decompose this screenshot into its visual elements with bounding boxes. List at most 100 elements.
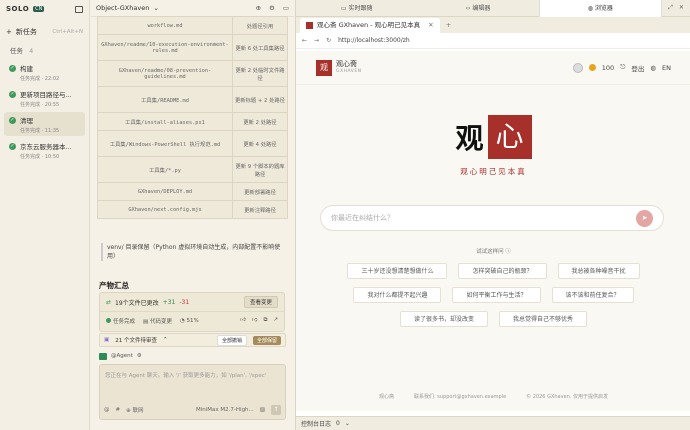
task-item-jd-cloud[interactable]: ✓ 京东云服务器本... 任务完成 · 10:50 [4, 138, 85, 162]
settings-icon[interactable]: ⚙ [137, 353, 142, 359]
file-change-desc: 处题径引用 [232, 16, 288, 35]
close-tab-icon[interactable]: ✕ [428, 18, 433, 33]
task-title: 清理 [20, 117, 33, 125]
status-dot [106, 317, 111, 323]
copy-icon[interactable]: ⧉ [263, 317, 267, 324]
url-field[interactable]: http://localhost:3000/zh [338, 37, 410, 44]
file-change-desc: 更新 2 处临时文件路径 [232, 60, 288, 87]
language-switch[interactable]: EN [662, 64, 671, 72]
file-change-desc: 更新 2 处路径 [232, 112, 288, 131]
suggestion-chip[interactable]: 怎样突破自己的瓶颈？ [458, 263, 547, 279]
suggestion-chip[interactable]: 我对什么都提不起兴趣 [353, 287, 442, 303]
logout-link[interactable]: 登出 [631, 63, 644, 73]
new-task-button[interactable]: + 新任务 Ctrl+Alt+N [0, 24, 89, 40]
image-icon[interactable]: ▨ [260, 407, 265, 413]
suggestion-chip[interactable]: 该不该和前任复合？ [551, 287, 634, 303]
close-icon[interactable]: ✕ [679, 4, 684, 12]
suggestion-chips: 三十岁还没想清楚想做什么 怎样突破自己的瓶颈？ 我总被各种噪音干扰 我对什么都提… [296, 263, 690, 335]
try-asking-label: 试试这样问 ⓘ [296, 247, 690, 255]
table-row: 工具集/install-aliases.ps1 更新 2 处路径 [97, 112, 288, 131]
console-log-bar[interactable]: 控制台日志 0 ⌄ [296, 416, 690, 430]
tab-label: 实时跟随 [348, 4, 373, 12]
suggestion-chip[interactable]: 如何平衡工作与生活？ [452, 287, 541, 303]
send-button[interactable]: ↑ [271, 405, 281, 415]
footer-copyright: © 2026 GXhaven. 仅用于提供启发 [526, 394, 608, 400]
view-changes-button[interactable]: 查看变更 [243, 296, 278, 308]
suggestion-chip[interactable]: 我总被各种噪音干扰 [557, 263, 640, 279]
file-path: GXhaven/readme/10-execution-environment-… [97, 34, 233, 61]
tab-browser[interactable]: ◍ 浏览器 [538, 0, 662, 17]
file-path: GXhaven/next.config.mjs [97, 200, 233, 219]
task-item-build[interactable]: ✓ 构建 任务完成 · 22:02 [4, 60, 85, 84]
new-tab-icon[interactable]: + [446, 21, 451, 29]
code-changes-label: 代码变更 [149, 318, 172, 325]
task-status: 任务完成 · 22:02 [20, 76, 60, 82]
browser-tab-title: 观心斋 GXhaven - 观心明己见本真 [317, 20, 421, 29]
task-item-cleanup[interactable]: ✓ 清理 任务完成 · 11:35 [4, 112, 85, 136]
file-path: 工具集/Windows-PowerShell 执行规范.md [97, 130, 233, 157]
thumbs-down-icon[interactable]: 👎︎ [252, 317, 258, 324]
webpage: 观 观心斋 GXHAVEN 100 ⎋ 登出 ◍ EN 观 心 观心明己见本真 [296, 51, 690, 411]
plus-icon: + [6, 28, 12, 36]
file-change-desc: 更新部署路径 [232, 182, 288, 201]
changed-files-table: workflow.md 处题径引用 GXhaven/readme/10-execu… [97, 16, 288, 219]
expand-icon[interactable]: ⤢ [668, 4, 673, 12]
file-path: workflow.md [97, 16, 233, 35]
web-search-toggle[interactable]: ⊕ 联网 [126, 406, 143, 414]
back-icon[interactable]: ← [302, 37, 307, 44]
settings-icon[interactable]: ⚙ [269, 4, 275, 12]
question-placeholder: 你最近在纠结什么？ [331, 214, 394, 222]
new-chat-icon[interactable]: ⊕ [256, 4, 261, 12]
browser-tab[interactable]: 观心斋 GXhaven - 观心明己见本真 ✕ [300, 17, 440, 33]
tasks-label: 任务 [10, 47, 23, 55]
chevron-down-icon[interactable]: ⌄ [153, 4, 158, 12]
hero-char-guan: 观 [455, 122, 484, 155]
site-logo[interactable]: 观 [316, 59, 332, 76]
agent-icon [99, 352, 107, 360]
agent-selector[interactable]: @Agent ⚙ [99, 350, 286, 362]
question-input[interactable]: 你最近在纠结什么？ ➤ [320, 205, 664, 231]
table-row: GXhaven/DEPLOY.md 更新部署路径 [97, 182, 288, 201]
table-row: GXhaven/next.config.mjs 更新注释路径 [97, 200, 288, 219]
accept-all-button[interactable]: 全部保留 [252, 335, 281, 345]
task-item-update-paths[interactable]: ✓ 更新项目路径与... 任务完成 · 20:55 [4, 86, 85, 110]
task-title: 京东云服务器本... [20, 143, 72, 151]
sidebar-toggle-icon[interactable] [75, 5, 83, 13]
thumbs-up-icon[interactable]: 👍︎ [240, 317, 246, 324]
suggestion-chip[interactable]: 我总觉得自己不够优秀 [499, 311, 588, 327]
check-icon: ✓ [9, 117, 16, 124]
footer-contact[interactable]: 联系我们: support@gxhaven.example [414, 393, 506, 400]
help-icon[interactable]: ⓘ [505, 249, 511, 255]
sidebar-header: SOLO CN [0, 0, 89, 18]
chat-input[interactable]: 您正在与 Agent 聊天。输入 '/' 获取更多能力，如 '/plan', '… [99, 364, 286, 420]
app-logo: SOLO [6, 5, 30, 13]
reload-icon[interactable]: ↻ [326, 37, 331, 44]
hero-char-xin: 心 [487, 115, 532, 159]
footer-brand[interactable]: 观心斋 [379, 393, 394, 400]
chevron-up-icon[interactable]: ⌃ [163, 337, 168, 343]
suggestion-chip[interactable]: 读了很多书，却没改变 [399, 311, 488, 327]
brand-en: GXHAVEN [336, 68, 362, 74]
file-path: GXhaven/readme/08-prevention-guidelines.… [97, 60, 233, 87]
new-task-shortcut: Ctrl+Alt+N [52, 29, 83, 35]
reject-all-button[interactable]: 全部撤销 [216, 334, 247, 346]
avatar[interactable] [572, 62, 583, 73]
forward-icon[interactable]: → [314, 37, 319, 44]
file-path: 工具集/*.py [97, 156, 233, 183]
panel-controls: ⤢ ✕ [662, 4, 690, 12]
task-done-label: 任务完成 [113, 318, 136, 325]
chevron-down-icon[interactable]: ⌄ [345, 420, 350, 427]
tab-live-follow[interactable]: ▭ 实时跟随 [296, 0, 417, 17]
mention-button[interactable]: @ [104, 407, 110, 413]
input-toolbar: @ # ⊕ 联网 MiniMax M2.7-High... ▨ ↑ [104, 405, 281, 415]
hash-button[interactable]: # [116, 407, 121, 413]
changes-card: ⇄ 19个文件已更改 +31 -31 查看变更 任务完成 ▤ 代码变更 ◔ 51… [99, 292, 285, 332]
model-selector[interactable]: MiniMax M2.7-High... [196, 407, 254, 413]
send-icon[interactable]: ➤ [636, 209, 653, 227]
share-icon[interactable]: ↗ [273, 317, 278, 324]
suggestion-chip[interactable]: 三十岁还没想清楚想做什么 [347, 263, 448, 279]
venv-note: venv/ 目录保留（Python 虚拟环境自动生成，内部配置不影响使用） [101, 243, 283, 261]
task-done-status: 任务完成 [106, 317, 135, 325]
panel-toggle-icon[interactable]: ▭ [283, 4, 289, 12]
tab-editor[interactable]: ‹› 编辑器 [417, 0, 538, 17]
